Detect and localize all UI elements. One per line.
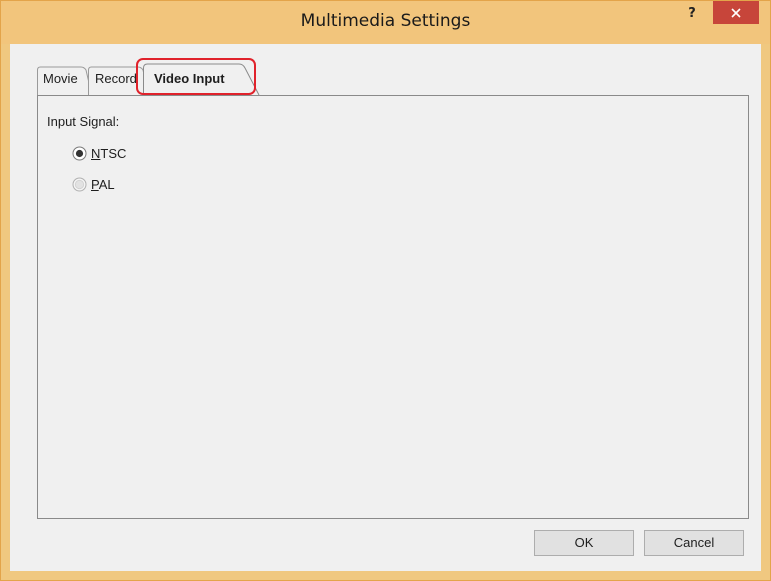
video-input-panel: Input Signal: NTSC PAL	[37, 95, 749, 519]
tab-strip: Movie Record Video Input	[37, 63, 287, 96]
tab-movie[interactable]: Movie	[37, 65, 93, 96]
tab-record-label: Record	[95, 71, 137, 86]
ntsc-radio-label: NTSC	[91, 146, 127, 161]
radio-checked-icon	[72, 146, 87, 161]
ok-button[interactable]: OK	[534, 530, 634, 556]
tab-record[interactable]: Record	[88, 65, 150, 96]
close-button[interactable]	[713, 1, 759, 24]
radio-unchecked-icon	[72, 177, 87, 192]
close-icon	[731, 8, 741, 18]
dialog-body: Movie Record Video Input Input Signal: N…	[10, 44, 761, 571]
input-signal-label: Input Signal:	[47, 114, 120, 129]
title-bar[interactable]: Multimedia Settings ?	[1, 1, 770, 44]
tab-movie-label: Movie	[43, 71, 78, 86]
cancel-button[interactable]: Cancel	[644, 530, 744, 556]
pal-radio-label: PAL	[91, 177, 115, 192]
help-button[interactable]: ?	[682, 5, 702, 25]
tab-video-input[interactable]: Video Input	[143, 63, 260, 96]
tab-video-input-label: Video Input	[154, 71, 225, 86]
window-title: Multimedia Settings	[300, 11, 471, 31]
dialog-window: Multimedia Settings ? Movie Record Video…	[0, 0, 771, 581]
